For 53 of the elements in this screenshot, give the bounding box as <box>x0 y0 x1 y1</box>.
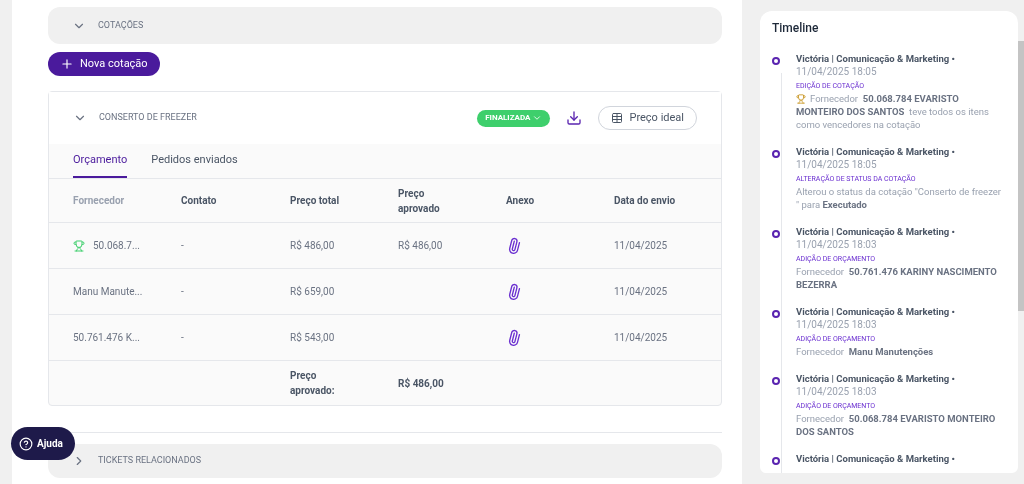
section-title: COTAÇÕES <box>98 18 144 32</box>
entry-datetime: 11/04/2025 18:05 <box>796 65 878 78</box>
download-icon[interactable] <box>566 110 583 126</box>
entry-author: Victória | Comunicação & Marketing • <box>796 372 956 385</box>
table-cell-text: R$ 486,00 <box>398 239 444 253</box>
footer-label: Preço aprovado: <box>290 369 336 398</box>
entry-message: Fornecedor 50.068.784 EVARISTO MONTEIRO DOS SANTOS teve todos os itens como vencedores na cotação <box>796 92 990 131</box>
table-cell-text: 11/04/2025 <box>614 331 669 345</box>
tab[interactable]: Pedidos enviados <box>151 144 238 178</box>
caret-icon <box>532 113 543 123</box>
entry-datetime: 11/04/2025 18:03 <box>796 318 878 331</box>
table-cell-text: - <box>181 239 185 253</box>
column-header: Contato <box>181 194 218 208</box>
table-cell-text: - <box>181 331 185 345</box>
table-cell-text: Manu Manute... <box>73 285 143 299</box>
entry-message: Alterou o status da cotação "Conserto de freezer " para Executado <box>796 185 1003 211</box>
entry-author: Victória | Comunicação & Marketing • <box>796 305 956 318</box>
footer-value: R$ 486,00 <box>398 376 445 391</box>
table-cell-text: R$ 486,00 <box>290 239 336 253</box>
new-quote-button[interactable]: Nova cotação <box>48 52 160 76</box>
entry-message: Fornecedor 50.068.784 EVARISTO MONTEIRO DOS SANTOS <box>796 412 997 438</box>
tab[interactable]: Orçamento <box>73 144 128 178</box>
section-title: TICKETS RELACIONADOS <box>98 454 202 468</box>
table-cell-text: 50.068.7... <box>93 239 140 253</box>
plus-icon <box>60 57 74 71</box>
entry-datetime: 11/04/2025 18:03 <box>796 385 878 398</box>
entry-datetime: 11/04/2025 18:05 <box>796 158 878 171</box>
timeline-title: Timeline <box>772 20 820 37</box>
table-cell-text: - <box>181 285 185 299</box>
table-icon <box>611 112 624 124</box>
scrollbar[interactable] <box>1018 41 1024 311</box>
table-cell-text: R$ 659,00 <box>290 285 336 299</box>
column-header: Fornecedor <box>73 194 126 208</box>
section-header[interactable]: COTAÇÕES <box>48 7 722 44</box>
table-cell-text: 11/04/2025 <box>614 239 669 253</box>
entry-author: Victória | Comunicação & Marketing • <box>796 452 955 465</box>
table-cell-text: 11/04/2025 <box>614 285 669 299</box>
entry-author: Victória | Comunicação & Marketing • <box>796 225 956 238</box>
entry-author: Victória | Comunicação & Marketing • <box>796 52 956 65</box>
table-cell-text: R$ 543,00 <box>290 331 336 345</box>
table-cell-text: 50.761.476 K... <box>73 331 140 345</box>
quote-title: CONSERTO DE FREEZER <box>99 111 198 125</box>
column-header: Preço total <box>290 194 341 208</box>
help-button[interactable]: Ajuda <box>11 427 75 460</box>
entry-author: Victória | Comunicação & Marketing • <box>796 145 956 158</box>
ideal-price-button[interactable]: Preço ideal <box>598 106 697 130</box>
column-header: Preço aprovado <box>398 186 441 216</box>
help-icon <box>19 436 33 451</box>
entry-message: Fornecedor 50.761.476 KARINY NASCIMENTO BEZERRA <box>796 265 998 291</box>
column-header: Data do envio <box>614 194 676 208</box>
entry-datetime: 11/04/2025 18:03 <box>796 238 878 251</box>
column-header: Anexo <box>506 194 536 208</box>
entry-message: Fornecedor Manu Manutenções <box>796 345 934 358</box>
